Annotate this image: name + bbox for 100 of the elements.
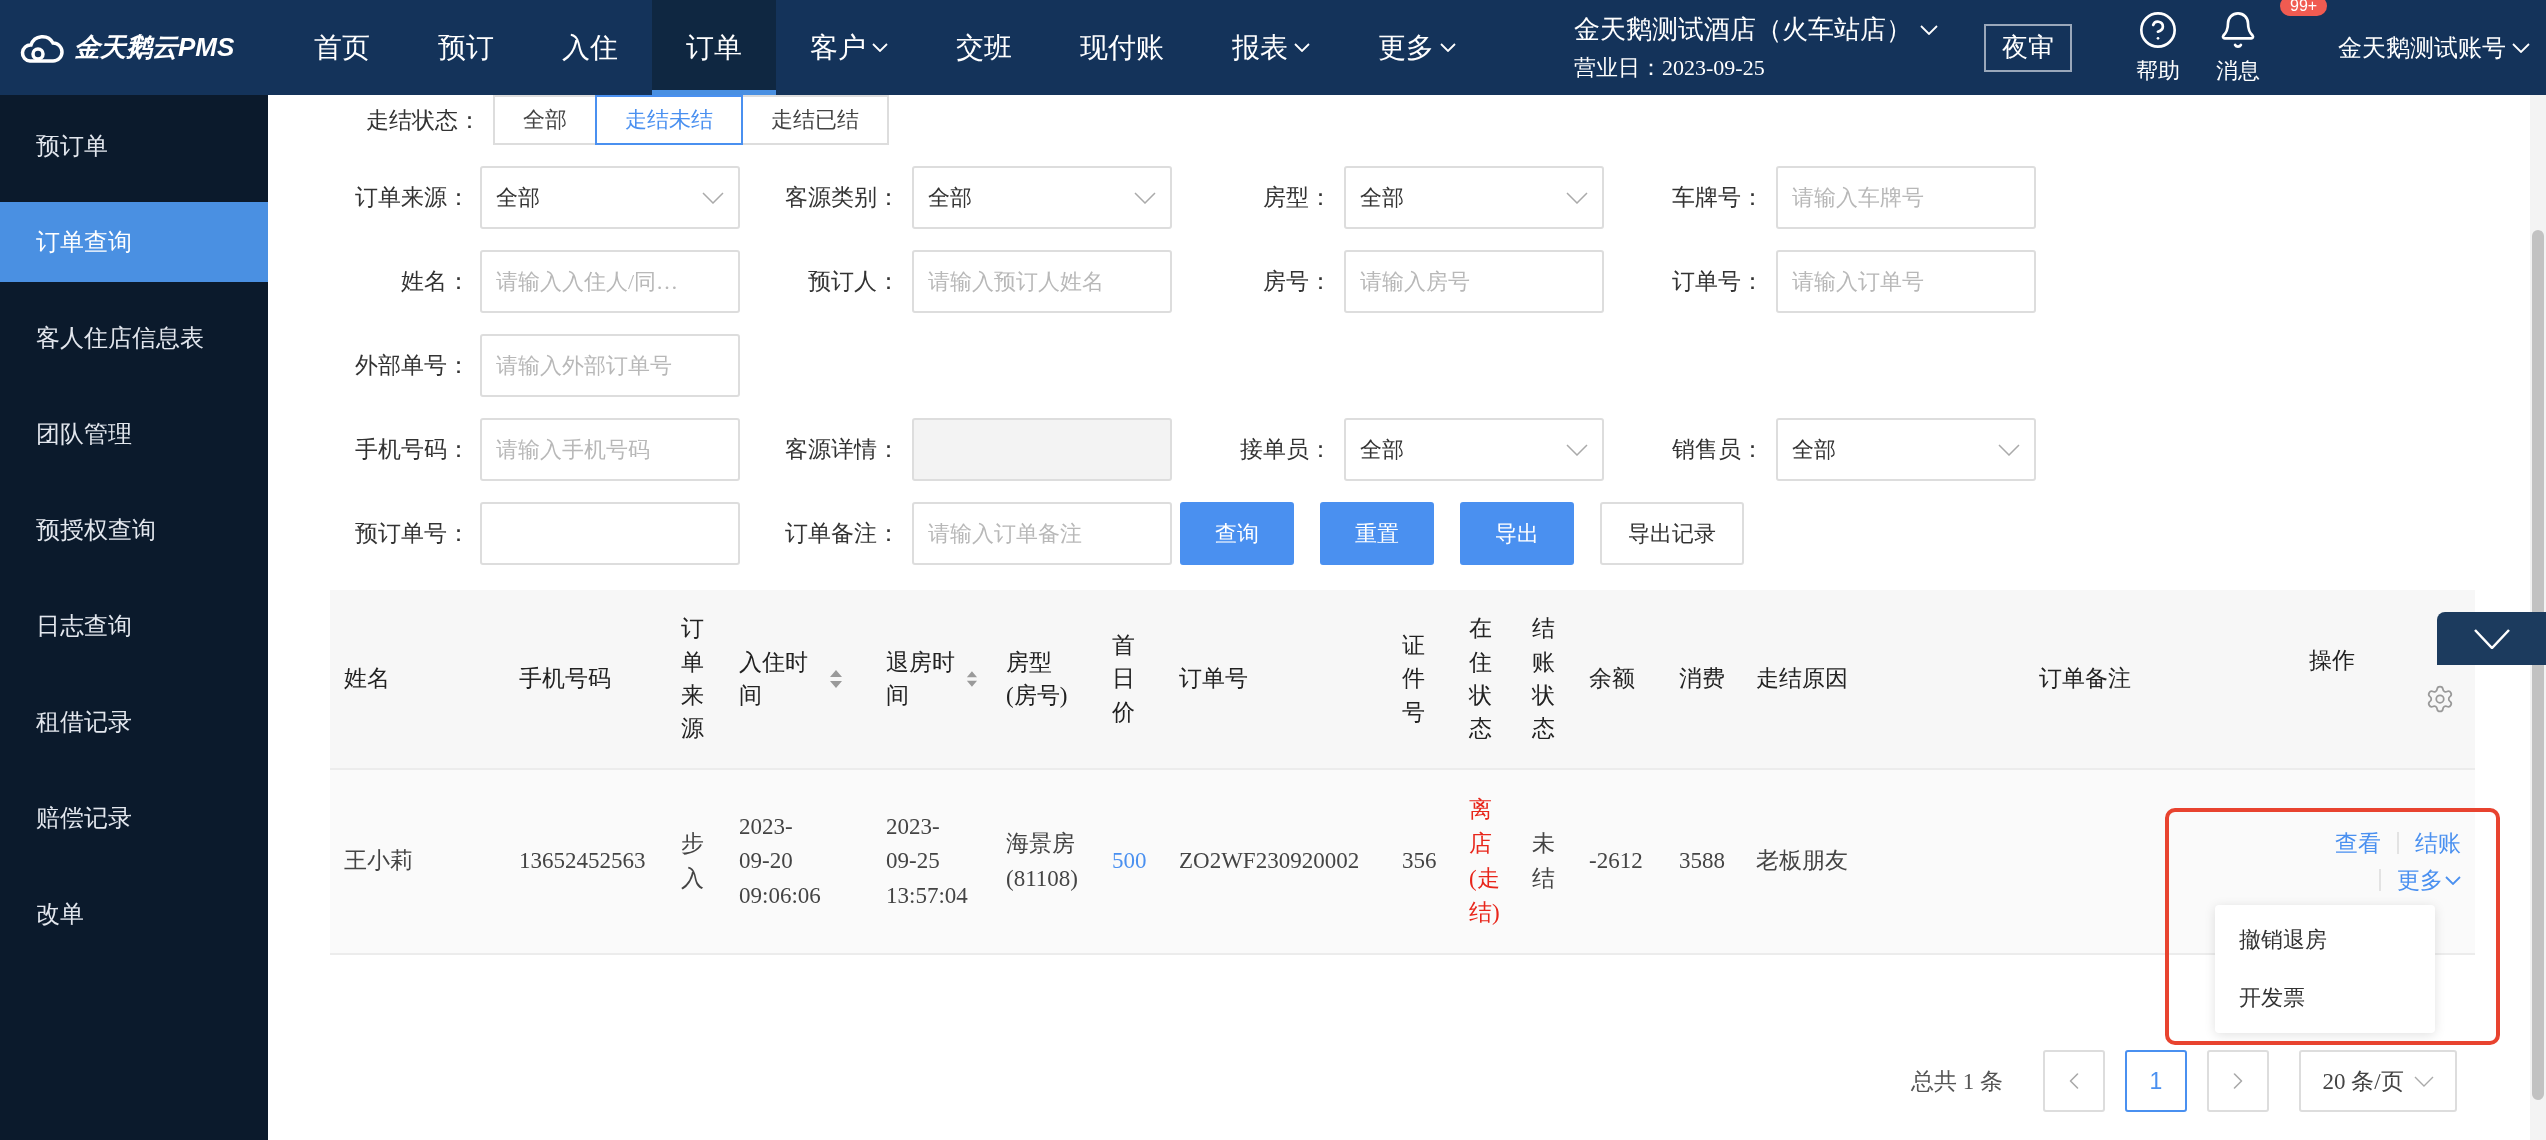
page-size-select[interactable]: 20 条/页 <box>2299 1050 2457 1112</box>
sidebar-item[interactable]: 预授权查询 <box>0 490 268 570</box>
account-menu[interactable]: 金天鹅测试账号 <box>2332 30 2536 65</box>
nav-item[interactable]: 入住 <box>528 0 652 95</box>
input-field[interactable]: 请输入预订人姓名 <box>912 250 1172 313</box>
input-field[interactable]: 请输入房号 <box>1344 250 1604 313</box>
nav-item[interactable]: 交班 <box>922 0 1046 95</box>
header-text: 姓名 <box>344 665 390 694</box>
messages-button[interactable]: 消息 <box>2216 9 2260 86</box>
help-button[interactable]: 帮助 <box>2136 9 2180 86</box>
table-cell-text: 海景房(81108) <box>1006 830 1079 893</box>
scrollbar[interactable] <box>2530 95 2546 1140</box>
input-field[interactable]: 请输入车牌号 <box>1776 166 2036 229</box>
header-text: 入住时间 <box>739 648 809 710</box>
nav-item[interactable]: 现付账 <box>1046 0 1198 95</box>
nav-item[interactable]: 首页 <box>280 0 404 95</box>
sidebar-item[interactable]: 预订单 <box>0 106 268 186</box>
sidebar-item[interactable]: 日志查询 <box>0 586 268 666</box>
total-count: 总共 1 条 <box>1911 1067 2003 1096</box>
table-cell-text: 3588 <box>1679 847 1725 876</box>
action-button[interactable]: 导出记录 <box>1600 502 1744 565</box>
collapse-button[interactable] <box>2437 612 2546 665</box>
chevron-down-icon <box>1294 43 1310 52</box>
count-badge: 99+ <box>2280 0 2328 16</box>
field-label: 订单来源： <box>354 184 470 212</box>
logo-text: 金天鹅云PMS <box>74 31 235 64</box>
menu-item[interactable]: 开发票 <box>2215 969 2435 1027</box>
night-audit-button[interactable]: 夜审 <box>1984 23 2072 72</box>
nav-item[interactable]: 客户 <box>776 0 922 95</box>
header-text: 房型(房号) <box>1006 648 1069 710</box>
field-label: 外部单号： <box>354 352 470 380</box>
table-cell-text: 2023-09-25 13:57:04 <box>886 812 968 910</box>
business-day: 营业日：2023-09-25 <box>1574 53 1938 83</box>
select-field[interactable]: 全部 <box>912 166 1172 229</box>
nav-item[interactable]: 更多 <box>1344 0 1490 95</box>
field-label: 接单员： <box>1239 436 1332 464</box>
sidebar-item[interactable]: 客人住店信息表 <box>0 298 268 378</box>
table-cell-text: 未结 <box>1532 830 1556 893</box>
select-field[interactable]: 全部 <box>1776 418 2036 481</box>
input-field[interactable]: 请输入订单备注 <box>912 502 1172 565</box>
hotel-selector[interactable]: 金天鹅测试酒店（火车站店） <box>1574 12 1938 47</box>
field-label: 订单备注： <box>784 520 900 548</box>
field-label: 销售员： <box>1671 436 1764 464</box>
field-label: 客源详情： <box>784 436 900 464</box>
header-text: 消费 <box>1679 665 1725 694</box>
table-cell-text: 王小莉 <box>344 847 413 876</box>
chevron-down-icon <box>1566 191 1588 204</box>
menu-item[interactable]: 撤销退房 <box>2215 911 2435 969</box>
input-field[interactable]: 请输入外部订单号 <box>480 334 740 397</box>
header-text: 操作 <box>2309 646 2355 675</box>
help-icon <box>2138 9 2178 50</box>
sidebar-item[interactable]: 改单 <box>0 874 268 954</box>
header-text: 走结原因 <box>1756 665 1848 694</box>
field-label: 预订人： <box>807 268 900 296</box>
field-label: 客源类别： <box>784 184 900 212</box>
chevron-down-icon <box>702 191 724 204</box>
sidebar-item[interactable]: 赔偿记录 <box>0 778 268 858</box>
table-cell-text: 2023-09-20 09:06:06 <box>739 812 821 910</box>
settings-icon[interactable] <box>2425 683 2455 714</box>
table-cell-text: 步入 <box>681 830 705 893</box>
nav-item[interactable]: 报表 <box>1198 0 1344 95</box>
header-text: 订单来源 <box>681 615 705 744</box>
header-text: 首日价 <box>1112 632 1136 727</box>
segment-option[interactable]: 全部 <box>493 95 597 145</box>
field-label: 车牌号： <box>1671 184 1764 212</box>
select-field[interactable]: 全部 <box>480 166 740 229</box>
input-field[interactable]: 请输入入住人/同… <box>480 250 740 313</box>
input-field[interactable]: 请输入手机号码 <box>480 418 740 481</box>
table-cell-text: 离店(走结) <box>1469 795 1501 927</box>
chevron-down-icon <box>2413 1075 2434 1087</box>
table-cell-text: ZO2WF230920002 <box>1179 847 1360 876</box>
header-text: 在住状态 <box>1469 615 1493 744</box>
next-page-button[interactable] <box>2207 1050 2269 1112</box>
prev-page-button[interactable] <box>2043 1050 2105 1112</box>
segment-option[interactable]: 走结已结 <box>741 95 889 145</box>
field-label: 订单号： <box>1671 268 1764 296</box>
field-label: 预订单号： <box>354 520 470 548</box>
sort-icon[interactable] <box>829 668 843 690</box>
input-field[interactable] <box>480 502 740 565</box>
chevron-down-icon <box>2512 42 2530 53</box>
nav-item[interactable]: 预订 <box>404 0 528 95</box>
chevron-down-icon <box>1998 443 2020 456</box>
header-text: 证件号 <box>1402 632 1426 727</box>
chevron-down-icon <box>1920 24 1938 35</box>
chevron-down-icon <box>1134 191 1156 204</box>
header-text: 手机号码 <box>519 665 611 694</box>
nav-item[interactable]: 订单 <box>652 0 776 95</box>
sidebar-item[interactable]: 团队管理 <box>0 394 268 474</box>
field-label: 走结状态： <box>365 106 482 135</box>
select-field[interactable]: 全部 <box>1344 418 1604 481</box>
input-field[interactable]: 请输入订单号 <box>1776 250 2036 313</box>
table-cell-text: 13652452563 <box>519 847 646 876</box>
field-label: 姓名： <box>400 268 470 296</box>
sidebar-item[interactable]: 租借记录 <box>0 682 268 762</box>
field-label: 房号： <box>1262 268 1332 296</box>
chevron-down-icon <box>1566 443 1588 456</box>
select-field[interactable]: 全部 <box>1344 166 1604 229</box>
chevron-down-icon <box>2445 875 2461 885</box>
field-label: 房型： <box>1262 184 1332 212</box>
header-text: 退房时间 <box>886 648 956 710</box>
